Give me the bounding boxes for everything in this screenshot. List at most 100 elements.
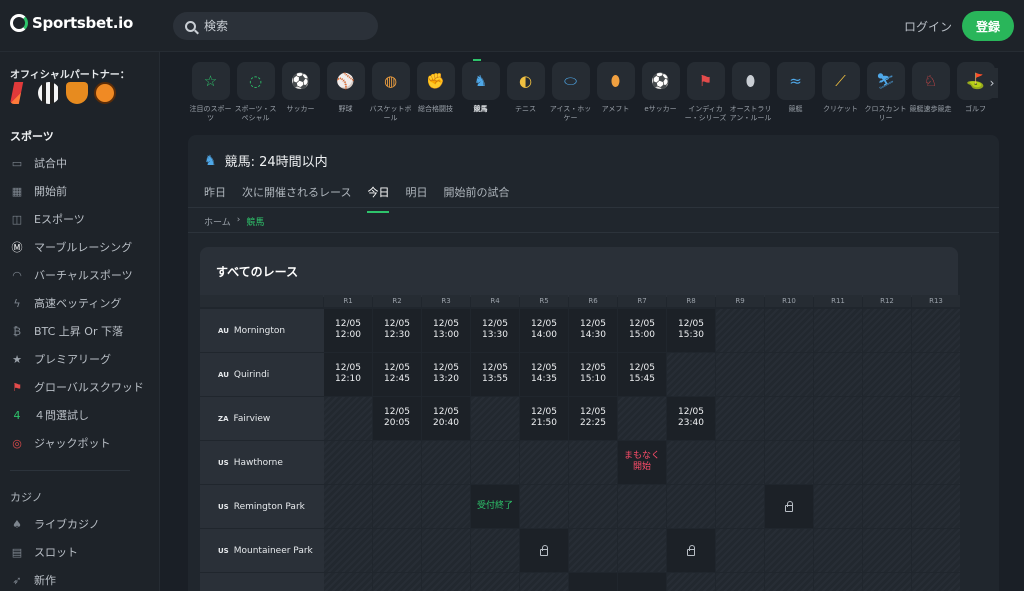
race-time-cell[interactable]: 12/05 12:00 [324,309,372,352]
sport-tab[interactable]: ≈ 競艇 [773,62,818,114]
sport-tab[interactable]: ⚾ 野球 [323,62,368,114]
race-empty-cell [618,529,666,572]
sport-tab[interactable]: ⟋ クリケット [818,62,863,114]
tab-day[interactable]: 開始前の試合 [443,184,509,213]
race-starting-soon-cell[interactable]: まもなく 開始 [618,441,666,484]
sidebar-item[interactable]: ◫ Eスポーツ [10,209,150,229]
sidebar-item[interactable]: ▤ スロット [10,542,150,562]
race-time-cell[interactable]: 12/05 13:00 [422,309,470,352]
race-time-cell[interactable]: 12/05 14:00 [520,309,568,352]
search-bar[interactable] [173,12,378,40]
race-time-cell[interactable]: 12/05 14:35 [520,353,568,396]
register-button[interactable]: 登録 [962,11,1014,41]
casino-section-title: カジノ [10,491,43,504]
race-empty-cell [716,353,764,396]
sidebar-item[interactable]: ★ プレミアリーグ [10,349,150,369]
sidebar-item[interactable]: ϟ 高速ベッティング [10,293,150,313]
gamepad-icon: ◫ [11,212,23,226]
tab-day[interactable]: 今日 [367,184,390,213]
chevron-right-icon[interactable]: › [986,68,998,98]
race-time-cell[interactable]: 12/05 21:50 [520,397,568,440]
race-venue[interactable]: US Mountaineer Park [200,529,324,572]
hanshin-logo-icon[interactable] [66,82,88,104]
race-time-cell[interactable]: 12/05 13:30 [471,309,519,352]
race-time-cell[interactable]: 12/05 15:10 [569,353,617,396]
race-time-cell[interactable]: 12/05 15:00 [618,309,666,352]
sport-tab[interactable]: ◍ バスケットボール [368,62,413,124]
brand-logo[interactable]: Sportsbet.io [10,14,133,32]
sport-tab[interactable]: ♞ 競馬 [458,58,503,114]
sidebar-item-label: 新作 [34,574,56,587]
sidebar-item[interactable]: ⚑ グローバルスクワッド [10,377,150,397]
sport-tab[interactable]: ⛷ クロスカントリー [863,62,908,124]
race-closed-cell[interactable]: 受付終了 [471,485,519,528]
race-empty-cell [716,397,764,440]
race-empty-cell [324,397,372,440]
sidebar-item[interactable]: ▦ 開始前 [10,181,150,201]
sport-tab[interactable]: ◌ スポーツ・スペシャル [233,62,278,124]
login-link[interactable]: ログイン [904,18,952,35]
laliga-logo-icon[interactable] [10,82,24,104]
breadcrumb-current[interactable]: 競馬 [246,215,264,228]
race-time-cell[interactable] [618,573,666,591]
race-locked-cell[interactable] [520,529,568,572]
race-venue[interactable]: AU Mornington [200,309,324,352]
race-time-cell[interactable]: 12/05 15:30 [667,309,715,352]
tab-day[interactable]: 明日 [405,184,427,213]
race-venue[interactable]: US [200,573,324,591]
basketball-club-logo-icon[interactable] [94,82,116,104]
race-venue[interactable]: US Remington Park [200,485,324,528]
race-time-cell[interactable]: 12/05 12:45 [373,353,421,396]
search-input[interactable] [204,19,354,33]
race-column-header: R3 [422,295,470,307]
sport-tab[interactable]: ☆ 注目のスポーツ [188,62,233,124]
race-time-cell[interactable]: 12/05 14:30 [569,309,617,352]
sport-tab[interactable]: ⬭ アイス・ホッケー [548,62,593,124]
race-time-cell[interactable]: 12/05 15:45 [618,353,666,396]
sidebar-item[interactable]: Ⓜ マーブルレーシング [10,237,150,257]
sidebar-item[interactable]: 4 ４問選試し [10,405,150,425]
sidebar-item[interactable]: ₿ BTC 上昇 Or 下落 [10,321,150,341]
sports-category-row: ☆ 注目のスポーツ ◌ スポーツ・スペシャル ⚽ サッカー ⚾ 野球 ◍ バスケットボール ✊ 総合格… [188,58,1000,132]
sport-tab[interactable]: ◐ テニス [503,62,548,114]
sport-tab[interactable]: ⬮ アメフト [593,62,638,114]
sport-tab[interactable]: ⚑ インディカー・シリーズ [683,62,728,124]
sidebar-item[interactable]: ◎ ジャックポット [10,433,150,453]
race-time-cell[interactable]: 12/05 12:10 [324,353,372,396]
sidebar-item[interactable]: ♠ ライブカジノ [10,514,150,534]
race-time-cell[interactable]: 12/05 23:40 [667,397,715,440]
sport-tab[interactable]: ⚽ eサッカー [638,62,683,114]
race-empty-cell [569,485,617,528]
sidebar-item[interactable]: ▭ 試合中 [10,153,150,173]
race-locked-cell[interactable] [765,485,813,528]
race-empty-cell [324,485,372,528]
race-locked-cell[interactable] [667,529,715,572]
race-column-header: R11 [814,295,862,307]
breadcrumb-separator-icon: › [236,215,241,225]
tab-day[interactable]: 次に開催されるレース [242,184,351,213]
race-venue[interactable]: ZA Fairview [200,397,324,440]
race-time-cell[interactable]: 12/05 13:55 [471,353,519,396]
tab-day[interactable]: 昨日 [204,184,226,213]
sport-tab[interactable]: ⚽ サッカー [278,62,323,114]
race-time-cell[interactable]: 12/05 13:20 [422,353,470,396]
sport-tab[interactable]: ✊ 総合格闘技 [413,62,458,114]
race-time-cell[interactable]: 12/05 20:05 [373,397,421,440]
race-empty-cell [569,441,617,484]
race-venue[interactable]: US Hawthorne [200,441,324,484]
race-column-header: R9 [716,295,764,307]
race-closed-cell[interactable] [569,573,617,591]
race-time-cell[interactable]: 12/05 20:40 [422,397,470,440]
race-time-cell[interactable]: 12/05 12:30 [373,309,421,352]
country-code: US [218,458,229,467]
race-empty-cell [814,353,862,396]
sport-tab[interactable]: ♘ 競艇速歩競走 [908,62,953,114]
race-venue[interactable]: AU Quirindi [200,353,324,396]
mma-icon: ✊ [416,62,455,100]
newcastle-logo-icon[interactable] [38,82,60,104]
sidebar-item[interactable]: ➶ 新作 [10,570,150,590]
sidebar-item[interactable]: ◠ バーチャルスポーツ [10,265,150,285]
race-time-cell[interactable]: 12/05 22:25 [569,397,617,440]
sport-tab[interactable]: ⬮ オーストラリアン・ルール [728,62,773,124]
breadcrumb-home[interactable]: ホーム [204,215,231,228]
